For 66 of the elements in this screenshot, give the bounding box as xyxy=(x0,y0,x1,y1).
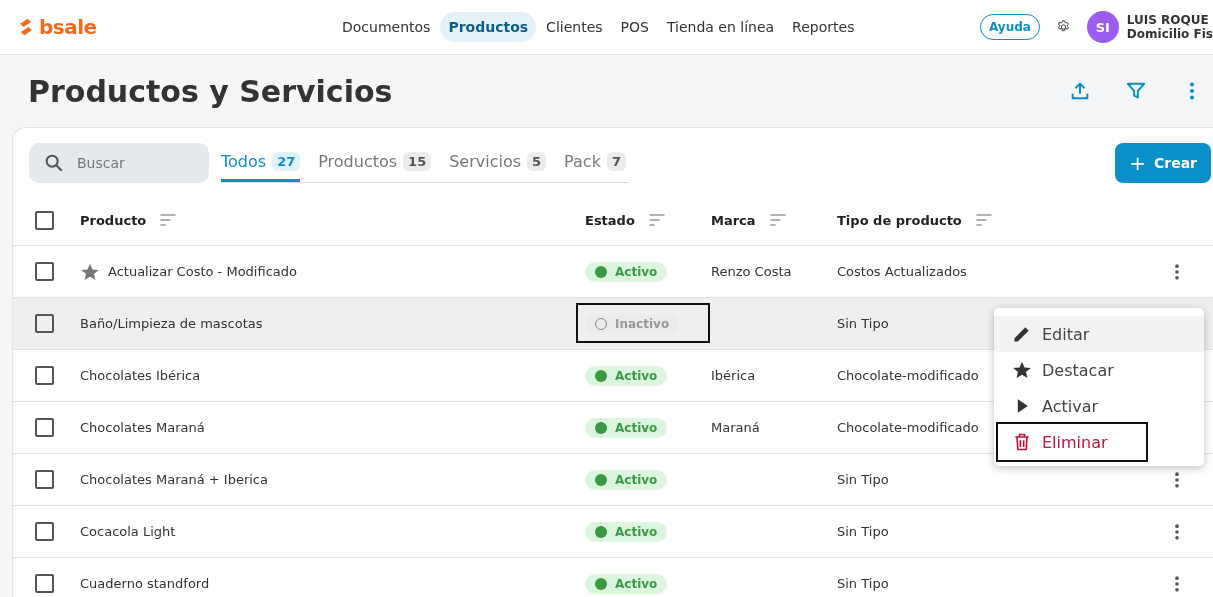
count-badge: 15 xyxy=(403,151,432,171)
tab[interactable]: Productos 15 xyxy=(318,143,432,182)
trash-icon xyxy=(1012,432,1032,452)
table-cell: Costos Actualizados xyxy=(837,264,967,279)
menu-item[interactable]: Eliminar xyxy=(994,424,1204,460)
avatar[interactable]: SI xyxy=(1086,11,1119,43)
menu-item[interactable]: Destacar xyxy=(994,352,1204,388)
nav-link[interactable]: Productos xyxy=(440,12,537,42)
tab[interactable]: Servicios 5 xyxy=(449,143,547,182)
column-header[interactable]: Producto xyxy=(80,212,147,228)
nav-link[interactable]: POS xyxy=(612,12,657,42)
menu-item[interactable]: Activar xyxy=(994,388,1204,424)
menu-item[interactable]: Editar xyxy=(994,316,1204,352)
nav-link[interactable]: Reportes xyxy=(784,12,863,42)
table-cell: Sin Tipo xyxy=(837,316,889,331)
table-cell: Sin Tipo xyxy=(837,472,889,487)
table-cell: Sin Tipo xyxy=(837,576,889,591)
status-badge: Activo xyxy=(585,417,668,438)
table-cell: Chocolates Maraná + Iberica xyxy=(80,472,268,487)
checkbox[interactable] xyxy=(35,574,54,593)
star-icon xyxy=(1012,360,1032,380)
table-cell: Baño/Limpieza de mascotas xyxy=(80,316,263,331)
table-cell: Cocacola Light xyxy=(80,524,176,539)
count-badge: 27 xyxy=(272,151,301,171)
search-icon xyxy=(43,152,65,174)
table-cell: Ibérica xyxy=(711,368,756,383)
table-cell: Chocolate-modificado xyxy=(837,420,979,435)
checkbox[interactable] xyxy=(35,470,54,489)
status-badge: Inactivo xyxy=(585,313,680,334)
column-header[interactable]: Tipo de producto xyxy=(837,212,962,228)
nav-link[interactable]: Clientes xyxy=(538,12,611,42)
status-badge: Activo xyxy=(585,521,668,542)
upload-icon[interactable] xyxy=(1069,80,1091,102)
checkbox[interactable] xyxy=(35,418,54,437)
status-badge: Activo xyxy=(585,365,668,386)
nav-link[interactable]: Tienda en línea xyxy=(658,12,783,42)
tab[interactable]: Pack 7 xyxy=(564,143,626,182)
column-header[interactable]: Estado xyxy=(585,212,635,228)
table-cell: Cuaderno standford xyxy=(80,576,210,591)
checkbox[interactable] xyxy=(35,366,54,385)
table-cell: Chocolate-modificado xyxy=(837,368,979,383)
table-cell: Actualizar Costo - Modificado xyxy=(108,264,297,279)
pencil-icon xyxy=(1012,324,1032,344)
checkbox[interactable] xyxy=(35,262,54,281)
nav-link[interactable]: Documentos xyxy=(334,12,439,42)
company-name: Domicilio Fis xyxy=(1126,27,1213,41)
help-button[interactable]: Ayuda xyxy=(980,14,1040,40)
count-badge: 5 xyxy=(527,151,547,171)
table-cell: Sin Tipo xyxy=(837,524,889,539)
count-badge: 7 xyxy=(606,151,626,171)
create-button[interactable]: + Crear xyxy=(1115,143,1211,183)
checkbox[interactable] xyxy=(35,522,54,541)
column-header[interactable]: Marca xyxy=(711,212,756,228)
status-badge: Activo xyxy=(585,261,668,282)
table-cell: Chocolates Maraná xyxy=(80,420,205,435)
status-badge: Activo xyxy=(585,573,668,594)
table-cell: Maraná xyxy=(711,420,760,435)
table-cell: Renzo Costa xyxy=(711,264,792,279)
user-name: LUIS ROQUE xyxy=(1126,13,1210,27)
search-field[interactable]: Buscar xyxy=(29,143,209,183)
page-title: Productos y Servicios xyxy=(28,73,393,109)
checkbox[interactable] xyxy=(35,314,54,333)
checkbox[interactable] xyxy=(35,210,54,230)
table-cell: Chocolates Ibérica xyxy=(80,368,201,383)
status-badge: Activo xyxy=(585,469,668,490)
tab[interactable]: Todos 27 xyxy=(221,143,301,182)
